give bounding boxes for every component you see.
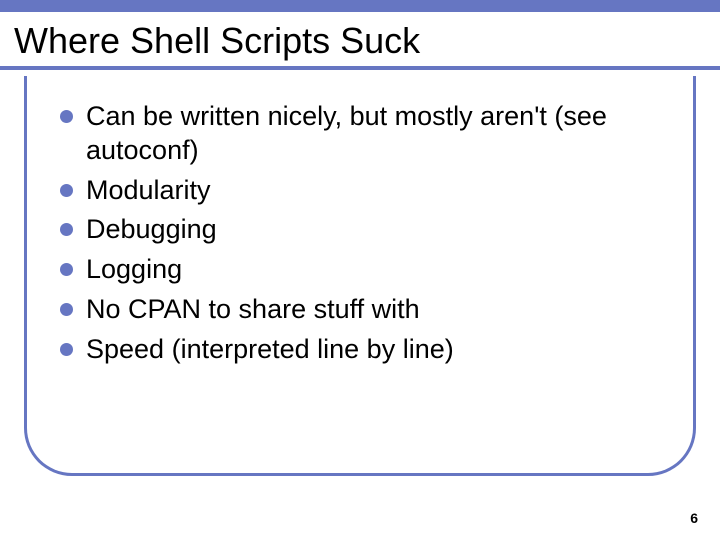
slide: Where Shell Scripts Suck Can be written … xyxy=(0,0,720,540)
bullet-text: Modularity xyxy=(86,175,211,205)
bullet-text: Can be written nicely, but mostly aren't… xyxy=(86,101,607,165)
slide-title: Where Shell Scripts Suck xyxy=(14,20,420,61)
list-item: Speed (interpreted line by line) xyxy=(60,333,660,367)
bullet-icon xyxy=(60,343,73,356)
body-content: Can be written nicely, but mostly aren't… xyxy=(60,100,660,372)
bullet-text: Speed (interpreted line by line) xyxy=(86,334,454,364)
bullet-text: No CPAN to share stuff with xyxy=(86,294,420,324)
list-item: Debugging xyxy=(60,213,660,247)
title-underline xyxy=(0,66,720,70)
list-item: Logging xyxy=(60,253,660,287)
bullet-list: Can be written nicely, but mostly aren't… xyxy=(60,100,660,366)
bullet-text: Logging xyxy=(86,254,182,284)
bullet-icon xyxy=(60,303,73,316)
page-number: 6 xyxy=(690,510,698,526)
title-area: Where Shell Scripts Suck xyxy=(0,12,720,66)
bullet-icon xyxy=(60,184,73,197)
bullet-text: Debugging xyxy=(86,214,217,244)
list-item: Modularity xyxy=(60,174,660,208)
bullet-icon xyxy=(60,110,73,123)
top-accent-band xyxy=(0,0,720,12)
list-item: Can be written nicely, but mostly aren't… xyxy=(60,100,660,168)
bullet-icon xyxy=(60,263,73,276)
bullet-icon xyxy=(60,223,73,236)
list-item: No CPAN to share stuff with xyxy=(60,293,660,327)
